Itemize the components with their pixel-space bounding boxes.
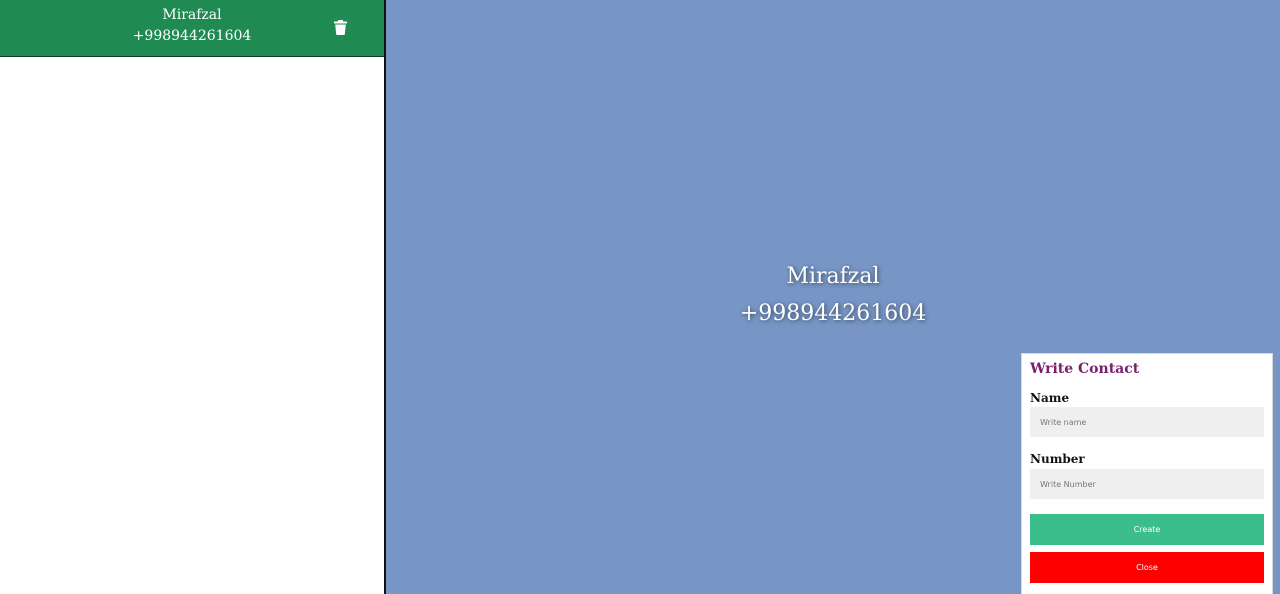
create-button[interactable]: Create [1030,514,1264,545]
selected-contact-name: Mirafzal [786,264,880,289]
name-label: Name [1030,391,1070,405]
contact-number: +998944261604 [132,28,252,44]
trash-icon [333,19,347,35]
number-label: Number [1030,452,1085,466]
number-input[interactable] [1030,469,1264,499]
contact-list-item[interactable]: Mirafzal +998944261604 [0,0,384,57]
form-title: Write Contact [1030,361,1140,377]
selected-contact-number: +998944261604 [739,301,927,326]
delete-contact-button[interactable] [330,17,350,37]
name-input[interactable] [1030,407,1264,437]
write-contact-form: Write Contact Name Number Create Close [1021,353,1273,594]
contact-name: Mirafzal [162,7,222,23]
contacts-sidebar: Mirafzal +998944261604 [0,0,386,594]
close-button[interactable]: Close [1030,552,1264,583]
